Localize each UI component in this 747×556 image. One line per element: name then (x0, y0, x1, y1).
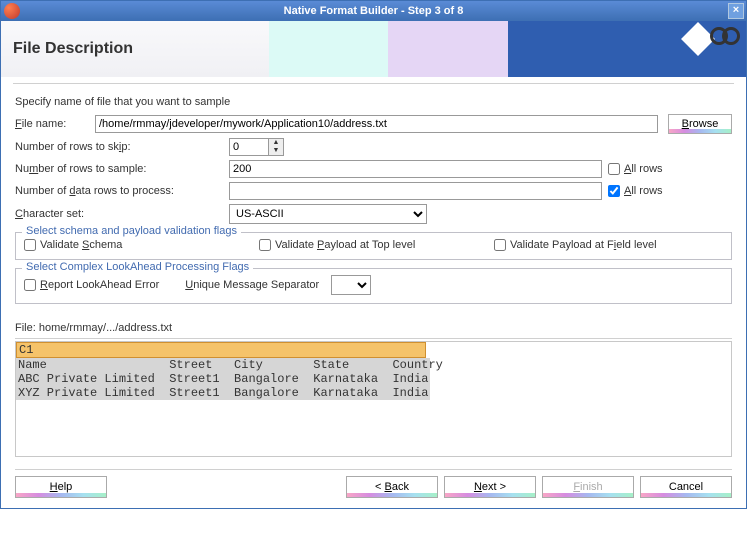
charset-select[interactable]: US-ASCII (229, 204, 427, 224)
help-button[interactable]: Help (15, 476, 107, 498)
validate-field-label: Validate Payload at Field level (510, 239, 657, 251)
validate-schema-label: Validate Schema (40, 239, 122, 251)
validation-legend: Select schema and payload validation fla… (22, 225, 241, 237)
data-rows-label: Number of data rows to process: (15, 185, 229, 197)
browse-button[interactable]: Browse (668, 114, 732, 134)
back-button[interactable]: < Back (346, 476, 438, 498)
rows-sample-label: Number of rows to sample: (15, 163, 229, 175)
next-button[interactable]: Next > (444, 476, 536, 498)
report-lookahead-checkbox[interactable] (24, 279, 36, 291)
rows-skip-input[interactable] (230, 139, 268, 155)
preview-file-label: File: home/rmmay/.../address.txt (15, 322, 732, 334)
separator-label: Unique Message Separator (185, 279, 319, 291)
validate-schema-checkbox[interactable] (24, 239, 36, 251)
validation-fieldset: Select schema and payload validation fla… (15, 232, 732, 260)
separator-select[interactable] (331, 275, 371, 295)
cancel-button[interactable]: Cancel (640, 476, 732, 498)
file-name-input[interactable] (95, 115, 658, 133)
content-area: Specify name of file that you want to sa… (1, 86, 746, 463)
rows-skip-spinner[interactable]: ▲▼ (229, 138, 284, 156)
rows-skip-label: Number of rows to skip: (15, 141, 229, 153)
titlebar[interactable]: Native Format Builder - Step 3 of 8 × (1, 1, 746, 21)
banner-art (269, 21, 746, 77)
rows-sample-input[interactable] (229, 160, 602, 178)
wizard-footer: Help < Back Next > Finish Cancel (1, 470, 746, 508)
close-icon[interactable]: × (728, 3, 744, 19)
wizard-window: Native Format Builder - Step 3 of 8 × Fi… (0, 0, 747, 509)
charset-label: Character set: (15, 208, 229, 220)
preview-line[interactable]: ABC Private Limited Street1 Bangalore Ka… (18, 372, 428, 386)
spinner-down-icon[interactable]: ▼ (269, 147, 283, 155)
all-rows-sample-checkbox[interactable] (608, 163, 620, 175)
validate-top-label: Validate Payload at Top level (275, 239, 415, 251)
data-rows-input[interactable] (229, 182, 602, 200)
validate-field-checkbox[interactable] (494, 239, 506, 251)
page-title: File Description (1, 21, 269, 77)
banner: File Description (1, 21, 746, 77)
lookahead-fieldset: Select Complex LookAhead Processing Flag… (15, 268, 732, 304)
window-title: Native Format Builder - Step 3 of 8 (1, 5, 746, 17)
all-rows-process-label: All rows (624, 185, 663, 197)
finish-button: Finish (542, 476, 634, 498)
preview-line[interactable]: XYZ Private Limited Street1 Bangalore Ka… (18, 386, 428, 400)
preview-selected-line[interactable]: C1 (16, 342, 426, 358)
report-lookahead-label: Report LookAhead Error (40, 279, 159, 291)
instruction-text: Specify name of file that you want to sa… (15, 96, 732, 108)
file-preview[interactable]: C1 Name Street City State Country ABC Pr… (15, 341, 732, 457)
all-rows-process-checkbox[interactable] (608, 185, 620, 197)
file-name-label: File name: (15, 118, 95, 130)
all-rows-sample-label: All rows (624, 163, 663, 175)
lookahead-legend: Select Complex LookAhead Processing Flag… (22, 261, 253, 273)
preview-line[interactable]: Name Street City State Country (18, 358, 428, 372)
spinner-up-icon[interactable]: ▲ (269, 139, 283, 147)
validate-top-checkbox[interactable] (259, 239, 271, 251)
